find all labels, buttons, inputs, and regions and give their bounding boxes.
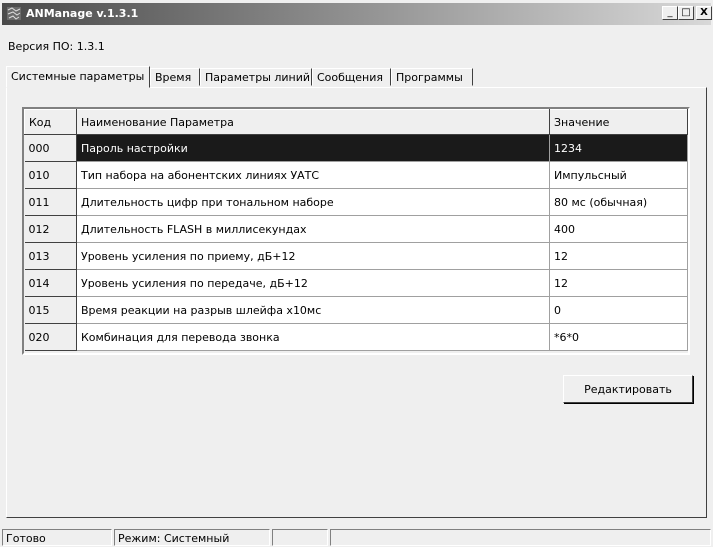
table-row[interactable]: 010 Тип набора на абонентских линиях УАТ… [24,161,688,189]
minimize-button[interactable]: _ [662,6,678,20]
title-bar[interactable]: ANManage v.1.3.1 _ □ X [2,3,712,25]
row-code: 011 [24,188,77,216]
table-row[interactable]: 012 Длительность FLASH в миллисекундах 4… [24,215,688,243]
row-name: Комбинация для перевода звонка [76,323,550,351]
app-icon [7,7,21,20]
close-button[interactable]: X [696,6,712,20]
edit-button[interactable]: Редактировать [563,375,693,403]
tab-line-parameters[interactable]: Параметры линий [200,68,312,86]
tab-messages[interactable]: Сообщения [312,68,391,86]
window-title: ANManage v.1.3.1 [26,7,139,20]
table-header-row: Код Наименование Параметра Значение [24,109,688,135]
status-state: Готово [2,529,112,546]
row-code: 012 [24,215,77,243]
app-window: ANManage v.1.3.1 _ □ X Версия ПО: 1.3.1 … [0,0,713,547]
row-name: Тип набора на абонентских линиях УАТС [76,161,550,189]
status-panel-empty-2 [330,529,711,546]
row-value: 12 [549,242,688,270]
status-bar: Готово Режим: Системный [0,526,713,547]
row-name: Длительность цифр при тональном наборе [76,188,550,216]
table-row[interactable]: 020 Комбинация для перевода звонка *6*0 [24,323,688,351]
table-row[interactable]: 014 Уровень усиления по передаче, дБ+12 … [24,269,688,297]
row-code: 013 [24,242,77,270]
row-name: Пароль настройки [76,134,550,162]
row-code: 000 [24,134,77,162]
row-name: Время реакции на разрыв шлейфа x10мс [76,296,550,324]
table-row[interactable]: 013 Уровень усиления по приему, дБ+12 12 [24,242,688,270]
row-value: *6*0 [549,323,688,351]
tab-time[interactable]: Время [150,68,200,86]
tab-programs[interactable]: Программы [391,68,473,86]
row-value: 80 мс (обычная) [549,188,688,216]
column-header-value[interactable]: Значение [549,109,688,135]
row-value: 12 [549,269,688,297]
row-name: Уровень усиления по приему, дБ+12 [76,242,550,270]
status-mode: Режим: Системный [114,529,270,546]
parameters-table: Код Наименование Параметра Значение 000 … [24,109,688,351]
table-row[interactable]: 015 Время реакции на разрыв шлейфа x10мс… [24,296,688,324]
row-code: 010 [24,161,77,189]
status-panel-empty-1 [272,529,328,546]
row-name: Длительность FLASH в миллисекундах [76,215,550,243]
column-header-name[interactable]: Наименование Параметра [76,109,550,135]
row-code: 014 [24,269,77,297]
row-value: Импульсный [549,161,688,189]
column-header-code[interactable]: Код [24,109,77,135]
row-code: 020 [24,323,77,351]
row-value: 400 [549,215,688,243]
row-value: 1234 [549,134,688,162]
tab-system-parameters[interactable]: Системные параметры [6,66,150,88]
row-code: 015 [24,296,77,324]
parameters-grid[interactable]: Код Наименование Параметра Значение 000 … [22,107,690,355]
table-row[interactable]: 000 Пароль настройки 1234 [24,134,688,162]
row-name: Уровень усиления по передаче, дБ+12 [76,269,550,297]
table-row[interactable]: 011 Длительность цифр при тональном набо… [24,188,688,216]
maximize-button[interactable]: □ [678,6,694,20]
row-value: 0 [549,296,688,324]
version-label: Версия ПО: 1.3.1 [8,40,105,53]
